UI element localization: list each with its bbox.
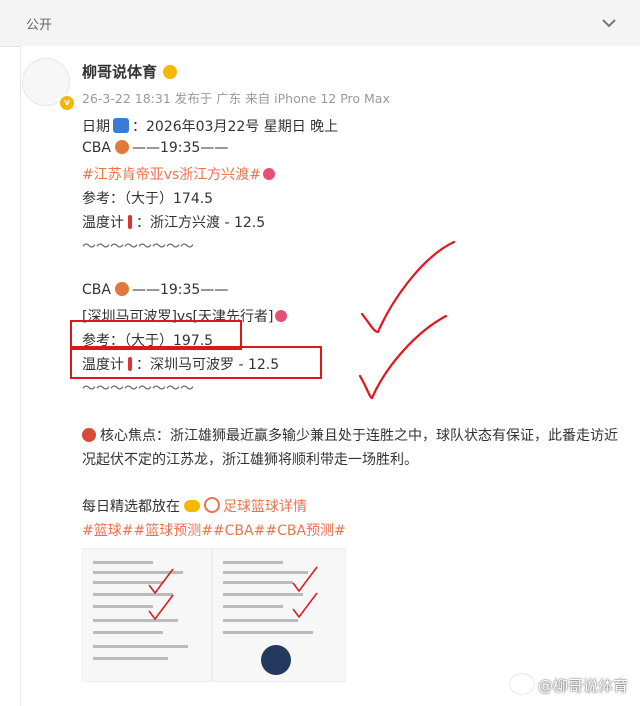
weibo-logo-icon [509, 674, 534, 694]
author-name[interactable]: 柳哥说体育 [82, 61, 178, 82]
tags-line[interactable]: #篮球##篮球预测##CBA##CBA预测# [82, 520, 346, 540]
thermo-label: 温度计 [82, 215, 124, 231]
basketball-icon [114, 282, 129, 296]
visibility-label: 公开 [26, 18, 53, 33]
thermo-value: ：浙江方兴渡 - 12.5 [136, 215, 266, 231]
daily-line: 每日精选都放在 足球篮球详情 [82, 496, 307, 516]
thermometer-icon [128, 215, 132, 229]
game1-ref: 参考：（大于）174.5 [82, 191, 214, 207]
daily-link-text[interactable]: 足球篮球详情 [223, 499, 307, 515]
topic-link[interactable]: #江苏肯帝亚vs浙江方兴渡# [82, 167, 261, 183]
daily-prefix: 每日精选都放在 [82, 499, 180, 515]
highlight-box-thermo [70, 346, 322, 379]
game-time: ——19:35—— [131, 140, 229, 156]
game1-thermo: 温度计 ：浙江方兴渡 - 12.5 [82, 212, 265, 232]
verified-icon: v [58, 94, 76, 112]
league-label: CBA [82, 140, 111, 156]
league-label: CBA [82, 282, 111, 298]
focus-text: 核心焦点：浙江雄狮最近赢多输少兼且处于连胜之中，球队状态有保证，此番走访近况起伏… [82, 428, 618, 468]
comet-icon [275, 310, 288, 322]
focus-paragraph: 核心焦点：浙江雄狮最近赢多输少兼且处于连胜之中，球队状态有保证，此番走访近况起伏… [82, 424, 622, 472]
checkmark-annotations [358, 240, 456, 400]
author-name-text[interactable]: 柳哥说体育 [82, 63, 157, 81]
basketball-icon [114, 140, 129, 154]
pointing-hand-icon [184, 500, 200, 512]
game1-header: CBA ——19:35—— [82, 140, 228, 156]
image-thumbnail-1[interactable] [82, 548, 212, 682]
separator: ～～～～～～～～ [82, 381, 194, 397]
daily-link[interactable]: 足球篮球详情 [204, 497, 307, 515]
game-time: ——19:35—— [131, 282, 229, 298]
link-icon [204, 497, 220, 513]
date-line: 日期 ：2026年03月22号 星期日 晚上 [82, 116, 338, 136]
calendar-icon [113, 118, 129, 133]
basketball-image [261, 645, 291, 675]
watermark-text: @柳哥说体育 [537, 677, 628, 695]
separator: ～～～～～～～～ [82, 239, 194, 255]
image-thumbnail-2[interactable] [212, 548, 346, 682]
emoji-icon [163, 65, 178, 79]
game1-topic[interactable]: #江苏肯帝亚vs浙江方兴渡# [82, 164, 276, 184]
fire-icon [82, 428, 96, 442]
watermark: @柳哥说体育 [509, 674, 628, 696]
date-text: ：2026年03月22号 星期日 晚上 [132, 119, 339, 135]
checkmark-icon [148, 568, 174, 621]
game2-header: CBA ——19:35—— [82, 282, 228, 298]
comet-icon [263, 168, 276, 180]
visibility-bar[interactable]: 公开 [0, 0, 640, 47]
chevron-down-icon[interactable] [600, 14, 618, 32]
date-prefix: 日期 [82, 119, 110, 135]
post-meta: 26-3-22 18:31 发布于 广东 来自 iPhone 12 Pro Ma… [82, 91, 390, 106]
checkmark-icon [292, 566, 318, 619]
